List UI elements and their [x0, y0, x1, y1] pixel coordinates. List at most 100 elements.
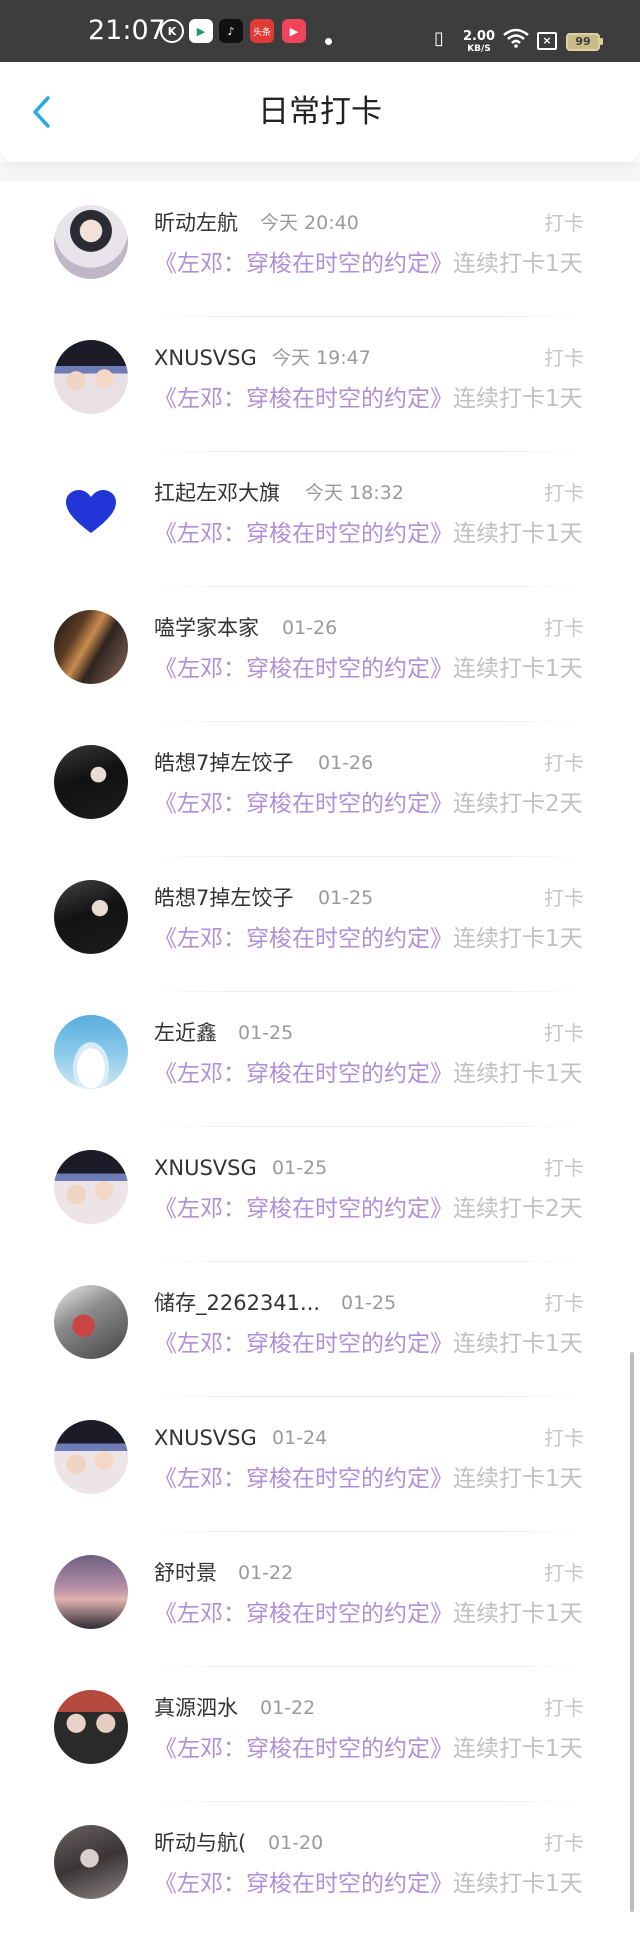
- vibrate-icon: ▯: [434, 28, 444, 49]
- net-speed-unit: KB/S: [467, 44, 491, 54]
- avatar[interactable]: [54, 880, 128, 954]
- book-title-link[interactable]: 《左邓：穿梭在时空的约定》: [154, 656, 453, 682]
- book-title-link[interactable]: 《左邓：穿梭在时空的约定》: [154, 521, 453, 547]
- streak-text: 连续打卡1天: [453, 1871, 583, 1897]
- checkin-button[interactable]: 打卡: [544, 479, 584, 507]
- checkin-detail: 《左邓：穿梭在时空的约定》连续打卡1天: [154, 1463, 583, 1495]
- list-item: XNUSVSG 今天 19:47 打卡 《左邓：穿梭在时空的约定》连续打卡1天: [0, 317, 640, 452]
- user-name[interactable]: XNUSVSG: [154, 343, 257, 373]
- toutiao-icon: 头条: [250, 19, 274, 43]
- streak-text: 连续打卡1天: [453, 1736, 583, 1762]
- book-title-link[interactable]: 《左邓：穿梭在时空的约定》: [154, 1871, 453, 1897]
- checkin-button[interactable]: 打卡: [544, 884, 584, 912]
- avatar[interactable]: [54, 745, 128, 819]
- header: 日常打卡: [0, 62, 640, 162]
- list-item: 左近鑫 01-25 打卡 《左邓：穿梭在时空的约定》连续打卡1天: [0, 992, 640, 1127]
- checkin-button[interactable]: 打卡: [544, 1829, 584, 1857]
- avatar[interactable]: [54, 1015, 128, 1089]
- book-title-link[interactable]: 《左邓：穿梭在时空的约定》: [154, 1061, 453, 1087]
- book-title-link[interactable]: 《左邓：穿梭在时空的约定》: [154, 386, 453, 412]
- user-name[interactable]: XNUSVSG: [154, 1153, 257, 1183]
- checkin-time: 01-20: [268, 1832, 324, 1854]
- blue-heart-icon: [66, 490, 116, 533]
- checkin-button[interactable]: 打卡: [544, 1559, 584, 1587]
- checkin-time: 01-22: [260, 1697, 316, 1719]
- avatar[interactable]: [54, 1285, 128, 1359]
- scrollbar[interactable]: [630, 1352, 634, 1912]
- checkin-button[interactable]: 打卡: [544, 614, 584, 642]
- list-item: XNUSVSG 01-25 打卡 《左邓：穿梭在时空的约定》连续打卡2天: [0, 1127, 640, 1262]
- checkin-detail: 《左邓：穿梭在时空的约定》连续打卡2天: [154, 1193, 583, 1225]
- checkin-detail: 《左邓：穿梭在时空的约定》连续打卡1天: [154, 923, 583, 955]
- user-name[interactable]: 扛起左邓大旗: [154, 478, 280, 508]
- checkin-detail: 《左邓：穿梭在时空的约定》连续打卡1天: [154, 1868, 583, 1900]
- wifi-icon: [503, 28, 529, 52]
- video-app-icon: ▶: [189, 19, 213, 43]
- list-item: 昕动左航 今天 20:40 打卡 《左邓：穿梭在时空的约定》连续打卡1天: [0, 182, 640, 317]
- list-item: 扛起左邓大旗 今天 18:32 打卡 《左邓：穿梭在时空的约定》连续打卡1天: [0, 452, 640, 587]
- avatar[interactable]: [54, 1825, 128, 1899]
- user-name[interactable]: 左近鑫: [154, 1018, 217, 1048]
- checkin-detail: 《左邓：穿梭在时空的约定》连续打卡2天: [154, 788, 583, 820]
- user-name[interactable]: 储存_2262341...: [154, 1288, 320, 1318]
- checkin-detail: 《左邓：穿梭在时空的约定》连续打卡1天: [154, 653, 583, 685]
- user-name[interactable]: 真源泗水: [154, 1693, 238, 1723]
- streak-text: 连续打卡1天: [453, 656, 583, 682]
- checkin-button[interactable]: 打卡: [544, 344, 584, 372]
- checkin-button[interactable]: 打卡: [544, 209, 584, 237]
- book-title-link[interactable]: 《左邓：穿梭在时空的约定》: [154, 791, 453, 817]
- list-item: 真源泗水 01-22 打卡 《左邓：穿梭在时空的约定》连续打卡1天: [0, 1667, 640, 1802]
- book-title-link[interactable]: 《左邓：穿梭在时空的约定》: [154, 251, 453, 277]
- status-time: 21:07: [88, 15, 166, 46]
- avatar[interactable]: [54, 340, 128, 414]
- avatar[interactable]: [54, 475, 128, 549]
- user-name[interactable]: 嗑学家本家: [154, 613, 259, 643]
- book-title-link[interactable]: 《左邓：穿梭在时空的约定》: [154, 1736, 453, 1762]
- user-name[interactable]: 皓想7掉左饺子: [154, 748, 293, 778]
- checkin-time: 01-22: [238, 1562, 294, 1584]
- checkin-time: 01-24: [272, 1427, 328, 1449]
- checkin-button[interactable]: 打卡: [544, 1694, 584, 1722]
- checkin-detail: 《左邓：穿梭在时空的约定》连续打卡1天: [154, 248, 583, 280]
- user-name[interactable]: 皓想7掉左饺子: [154, 883, 293, 913]
- list-item: 皓想7掉左饺子 01-25 打卡 《左邓：穿梭在时空的约定》连续打卡1天: [0, 857, 640, 992]
- checkin-time: 01-25: [238, 1022, 294, 1044]
- user-name[interactable]: 昕动左航: [154, 208, 238, 238]
- streak-text: 连续打卡1天: [453, 1466, 583, 1492]
- sim-off-icon: ×: [537, 32, 557, 50]
- checkin-time: 01-26: [318, 752, 374, 774]
- checkin-button[interactable]: 打卡: [544, 1289, 584, 1317]
- checkin-time: 01-25: [272, 1157, 328, 1179]
- avatar[interactable]: [54, 610, 128, 684]
- streak-text: 连续打卡1天: [453, 386, 583, 412]
- checkin-button[interactable]: 打卡: [544, 749, 584, 777]
- avatar[interactable]: [54, 1690, 128, 1764]
- checkin-time: 今天 19:47: [272, 347, 371, 369]
- list-item: 昕动与航( 01-20 打卡 《左邓：穿梭在时空的约定》连续打卡1天: [0, 1802, 640, 1937]
- checkin-time: 今天 18:32: [305, 482, 404, 504]
- checkin-detail: 《左邓：穿梭在时空的约定》连续打卡1天: [154, 1598, 583, 1630]
- user-name[interactable]: 昕动与航(: [154, 1828, 246, 1858]
- checkin-button[interactable]: 打卡: [544, 1019, 584, 1047]
- battery-icon: 99: [566, 33, 600, 51]
- tiktok-icon: ♪: [219, 19, 243, 43]
- avatar[interactable]: [54, 205, 128, 279]
- checkin-time: 01-25: [318, 887, 374, 909]
- avatar[interactable]: [54, 1555, 128, 1629]
- checkin-button[interactable]: 打卡: [544, 1424, 584, 1452]
- book-title-link[interactable]: 《左邓：穿梭在时空的约定》: [154, 1466, 453, 1492]
- book-title-link[interactable]: 《左邓：穿梭在时空的约定》: [154, 1196, 453, 1222]
- book-title-link[interactable]: 《左邓：穿梭在时空的约定》: [154, 1331, 453, 1357]
- book-title-link[interactable]: 《左邓：穿梭在时空的约定》: [154, 926, 453, 952]
- user-name[interactable]: 舒时景: [154, 1558, 217, 1588]
- avatar[interactable]: [54, 1150, 128, 1224]
- book-title-link[interactable]: 《左邓：穿梭在时空的约定》: [154, 1601, 453, 1627]
- user-name[interactable]: XNUSVSG: [154, 1423, 257, 1453]
- checkin-time: 01-26: [282, 617, 338, 639]
- more-notifications-dot-icon: [325, 38, 332, 45]
- avatar[interactable]: [54, 1420, 128, 1494]
- streak-text: 连续打卡1天: [453, 1061, 583, 1087]
- checkin-button[interactable]: 打卡: [544, 1154, 584, 1182]
- streak-text: 连续打卡1天: [453, 1601, 583, 1627]
- checkin-detail: 《左邓：穿梭在时空的约定》连续打卡1天: [154, 383, 583, 415]
